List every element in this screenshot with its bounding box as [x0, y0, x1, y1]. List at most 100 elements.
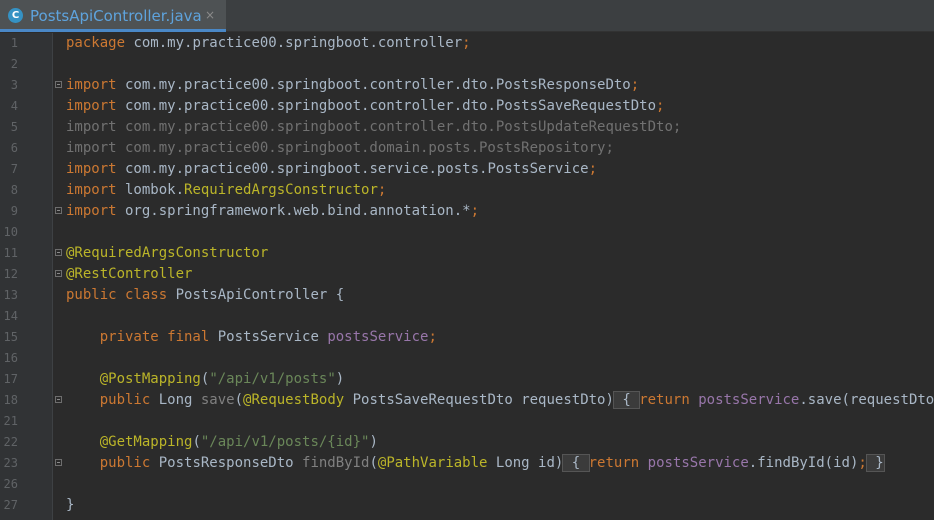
code-line[interactable]: 9 import org.springframework.web.bind.ann…	[0, 201, 934, 222]
code-token: return	[588, 455, 640, 471]
code-text: public PostsResponseDto findById(@PathVa…	[66, 453, 885, 474]
code-line[interactable]: 5 import com.my.practice00.springboot.con…	[0, 117, 934, 138]
code-token: save	[200, 392, 235, 408]
code-token: import com.my.practice00.springboot.cont…	[66, 119, 682, 135]
file-tab-label: PostsApiController.java	[30, 7, 202, 25]
code-token: ;	[656, 98, 665, 114]
code-token: return	[639, 392, 690, 408]
fold-toggle-icon[interactable]	[55, 459, 62, 466]
code-line[interactable]: 13 public class PostsApiController {	[0, 285, 934, 306]
code-token: }	[865, 454, 885, 472]
code-text: public class PostsApiController {	[66, 285, 344, 306]
line-number: 16	[3, 351, 18, 365]
code-line[interactable]: 22 @GetMapping("/api/v1/posts/{id}")	[0, 432, 934, 453]
code-token: )	[369, 434, 378, 450]
line-number: 6	[10, 141, 18, 155]
fold-toggle-icon[interactable]	[55, 207, 62, 214]
code-token: lombok.	[116, 182, 185, 198]
code-token: "/api/v1/posts/{id}"	[200, 434, 370, 450]
code-token: org.springframework.web.bind.annotation.…	[116, 203, 471, 219]
code-token: {	[562, 454, 590, 472]
code-token: @GetMapping	[99, 434, 193, 450]
code-text: @RestController	[66, 264, 192, 285]
code-token: (	[369, 455, 378, 471]
code-line[interactable]: 23 public PostsResponseDto findById(@Pat…	[0, 453, 934, 474]
code-text: @PostMapping("/api/v1/posts")	[66, 369, 344, 390]
code-token: import	[66, 77, 117, 93]
code-token: import	[66, 182, 117, 198]
line-number: 3	[10, 78, 18, 92]
code-token: "/api/v1/posts"	[209, 371, 336, 387]
code-line[interactable]: 12 @RestController	[0, 264, 934, 285]
code-text: import com.my.practice00.springboot.cont…	[66, 117, 681, 138]
code-token: @RestController	[66, 266, 193, 282]
code-line[interactable]: 6 import com.my.practice00.springboot.dom…	[0, 138, 934, 159]
code-token: package	[66, 35, 126, 51]
code-text: @GetMapping("/api/v1/posts/{id}")	[66, 432, 378, 453]
code-line[interactable]: 21	[0, 411, 934, 432]
code-token: import com.my.practice00.springboot.doma…	[66, 140, 614, 156]
fold-toggle-icon[interactable]	[55, 396, 62, 403]
code-line[interactable]: 27}	[0, 495, 934, 516]
code-token: postsService	[698, 392, 800, 408]
code-text: import lombok.RequiredArgsConstructor;	[66, 180, 386, 201]
code-token: PostsSaveRequestDto requestDto)	[344, 392, 614, 408]
fold-toggle-icon[interactable]	[55, 270, 62, 277]
line-number: 15	[3, 330, 18, 344]
editor-tab-bar: C PostsApiController.java ×	[0, 0, 934, 32]
code-line[interactable]: 10	[0, 222, 934, 243]
line-number: 14	[3, 309, 18, 323]
code-line[interactable]: 18 public Long save(@RequestBody PostsSa…	[0, 390, 934, 411]
close-tab-icon[interactable]: ×	[205, 8, 215, 22]
code-token: public class	[66, 287, 168, 303]
code-line[interactable]: 15 private final PostsService postsServi…	[0, 327, 934, 348]
line-number: 22	[3, 435, 18, 449]
code-line[interactable]: 14	[0, 306, 934, 327]
line-number: 8	[10, 183, 18, 197]
line-number: 12	[3, 267, 18, 281]
code-line[interactable]: 16	[0, 348, 934, 369]
code-token: ;	[377, 182, 387, 198]
code-line[interactable]: 8 import lombok.RequiredArgsConstructor;	[0, 180, 934, 201]
code-token: @PostMapping	[99, 371, 201, 387]
code-token: @RequiredArgsConstructor	[66, 245, 269, 261]
code-line[interactable]: 2	[0, 54, 934, 75]
code-text: @RequiredArgsConstructor	[66, 243, 268, 264]
code-token: {	[612, 391, 641, 409]
code-line[interactable]: 1 package com.my.practice00.springboot.co…	[0, 33, 934, 54]
line-number: 2	[10, 57, 18, 71]
code-token: com.my.practice00.springboot.controller.…	[116, 98, 657, 114]
code-line[interactable]: 3 import com.my.practice00.springboot.con…	[0, 75, 934, 96]
code-text: }	[66, 495, 74, 516]
line-number: 13	[3, 288, 18, 302]
code-token: postsService	[327, 329, 429, 345]
fold-toggle-icon[interactable]	[55, 81, 62, 88]
code-line[interactable]: 7 import com.my.practice00.springboot.ser…	[0, 159, 934, 180]
code-token: @RequestBody	[243, 392, 345, 408]
code-token: import	[66, 161, 117, 177]
code-token: import	[66, 98, 117, 114]
line-number: 27	[3, 498, 18, 512]
file-tab[interactable]: C PostsApiController.java ×	[0, 0, 226, 32]
code-text: private final PostsService postsService;	[66, 327, 437, 348]
line-number: 9	[10, 204, 18, 218]
code-line[interactable]: 26	[0, 474, 934, 495]
code-token: .findById(id)	[748, 455, 859, 471]
code-token: ;	[858, 455, 867, 471]
line-number: 10	[3, 225, 18, 239]
code-line[interactable]: 4 import com.my.practice00.springboot.con…	[0, 96, 934, 117]
code-token: }	[66, 497, 75, 513]
code-line[interactable]: 11 @RequiredArgsConstructor	[0, 243, 934, 264]
code-line[interactable]: 17 @PostMapping("/api/v1/posts")	[0, 369, 934, 390]
code-text: package com.my.practice00.springboot.con…	[66, 33, 471, 54]
line-number: 5	[10, 120, 18, 134]
code-token: com.my.practice00.springboot.controller.…	[116, 77, 631, 93]
line-number: 4	[10, 99, 18, 113]
code-token: com.my.practice00.springboot.service.pos…	[116, 161, 589, 177]
fold-toggle-icon[interactable]	[55, 249, 62, 256]
code-token: Long id)	[487, 455, 564, 471]
